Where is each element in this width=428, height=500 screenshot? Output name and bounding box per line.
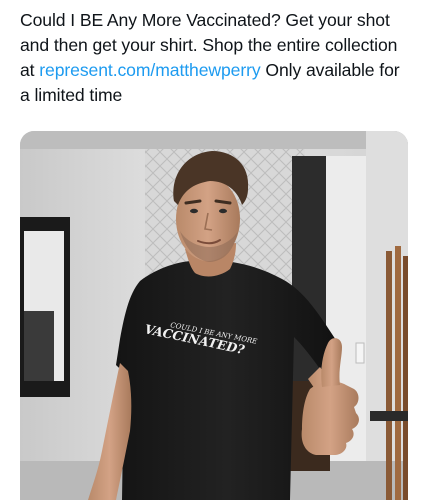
tweet-media-photo[interactable]: COULD I BE ANY MORE VACCINATED? bbox=[20, 131, 408, 500]
tweet-link[interactable]: represent.com/matthewperry bbox=[39, 60, 260, 80]
tweet-text: Could I BE Any More Vaccinated? Get your… bbox=[20, 8, 412, 108]
photo-illustration: COULD I BE ANY MORE VACCINATED? bbox=[20, 131, 408, 500]
wall-mirror bbox=[20, 217, 70, 397]
